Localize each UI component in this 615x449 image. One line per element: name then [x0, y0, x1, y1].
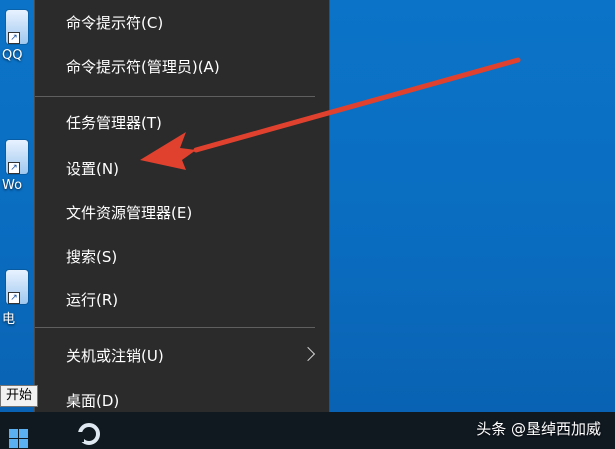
taskbar-app-icon[interactable]	[74, 416, 104, 446]
desktop-icon-label: QQ	[2, 48, 23, 63]
shortcut-arrow-icon: ↗	[8, 162, 20, 174]
start-tooltip: 开始	[0, 385, 39, 407]
desktop-icon-word[interactable]: ↗ Wo	[0, 140, 30, 198]
menu-separator	[35, 327, 315, 328]
menu-item-label: 关机或注销(U)	[66, 347, 164, 365]
menu-item-task-manager[interactable]: 任务管理器(T)	[35, 104, 329, 142]
menu-separator	[35, 96, 315, 97]
desktop-icon-computer[interactable]: ↗ 电	[0, 270, 30, 328]
menu-item-settings[interactable]: 设置(N)	[35, 150, 329, 188]
shortcut-arrow-icon: ↗	[8, 292, 20, 304]
watermark-text: 头条 @垦绰西加威	[476, 420, 601, 438]
shortcut-arrow-icon: ↗	[8, 32, 20, 44]
desktop-icon-label: 电	[2, 312, 16, 327]
desktop-icon-qq[interactable]: ↗ QQ	[0, 10, 30, 68]
menu-item-search[interactable]: 搜索(S)	[35, 238, 329, 276]
chevron-right-icon	[300, 346, 316, 362]
start-button[interactable]	[0, 412, 34, 449]
menu-item-file-explorer[interactable]: 文件资源管理器(E)	[35, 194, 329, 232]
menu-item-command-prompt-admin[interactable]: 命令提示符(管理员)(A)	[35, 48, 329, 86]
taskbar: 头条 @垦绰西加威	[0, 412, 615, 449]
menu-item-command-prompt[interactable]: 命令提示符(C)	[35, 4, 329, 42]
desktop-icon-label: Wo	[2, 178, 23, 193]
windows-logo-icon	[9, 429, 29, 449]
start-context-menu: 命令提示符(C) 命令提示符(管理员)(A) 任务管理器(T) 设置(N) 文件…	[34, 0, 330, 436]
menu-item-shutdown-signout[interactable]: 关机或注销(U)	[35, 337, 329, 375]
menu-item-run[interactable]: 运行(R)	[35, 281, 329, 319]
